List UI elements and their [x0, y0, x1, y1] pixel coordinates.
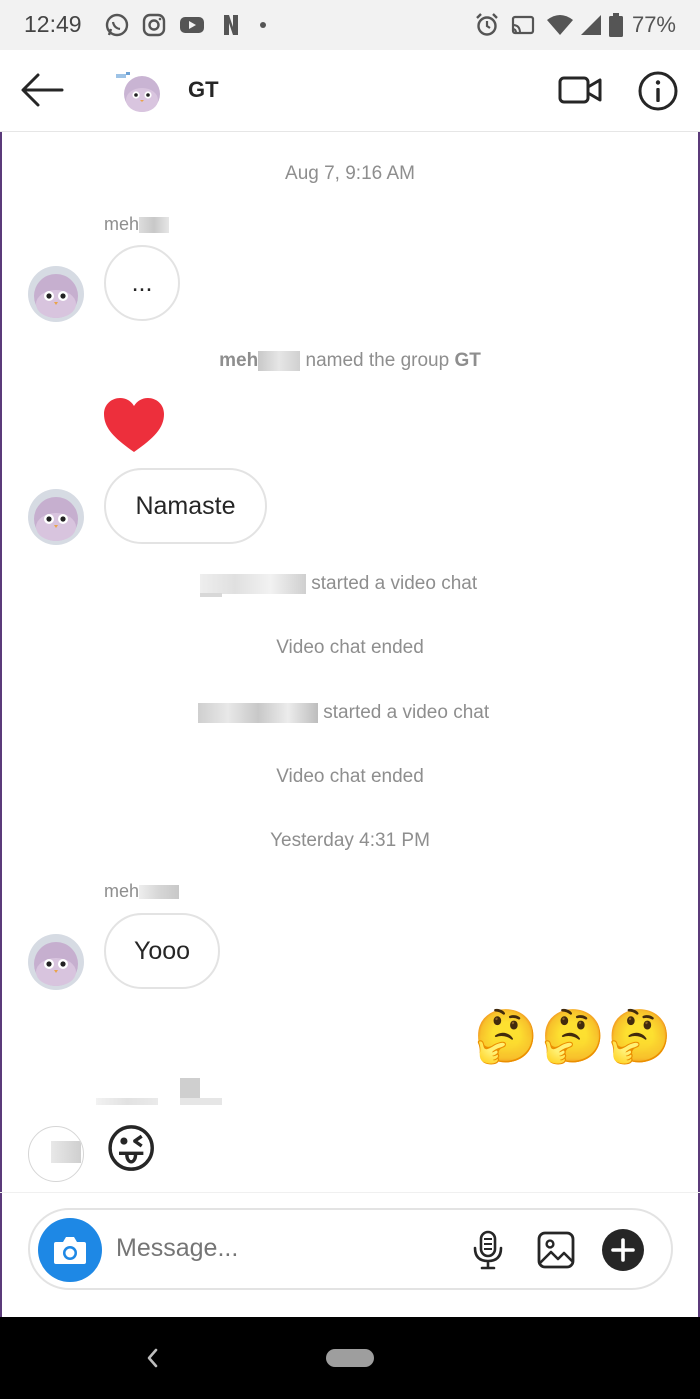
- battery-icon: [609, 13, 623, 37]
- signal-icon: [581, 15, 601, 35]
- netflix-icon: [224, 15, 238, 35]
- system-text: started a video chat: [311, 573, 478, 594]
- mic-button[interactable]: [470, 1230, 506, 1270]
- add-button[interactable]: [602, 1229, 644, 1271]
- avatar[interactable]: [28, 266, 84, 322]
- message-bubble[interactable]: Namaste: [104, 468, 267, 544]
- redaction: [180, 1078, 200, 1098]
- system-message: Video chat ended: [276, 637, 424, 658]
- system-text: started a video chat: [323, 702, 490, 723]
- system-text: named the group: [305, 350, 450, 371]
- group-avatar[interactable]: [108, 60, 170, 122]
- video-call-button[interactable]: [556, 70, 604, 110]
- redaction: [51, 1141, 81, 1163]
- youtube-icon: [180, 17, 204, 33]
- gallery-button[interactable]: [536, 1230, 576, 1270]
- timestamp: Aug 7, 9:16 AM: [285, 163, 415, 184]
- system-group: GT: [454, 350, 481, 371]
- status-bar: 12:49 77%: [0, 0, 700, 50]
- phone-frame: [0, 0, 700, 1399]
- whatsapp-icon: [105, 13, 129, 37]
- camera-button[interactable]: [38, 1218, 102, 1282]
- nav-home-button[interactable]: [326, 1349, 374, 1367]
- arrow-left-icon: [21, 73, 64, 107]
- chevron-left-icon: [147, 1348, 158, 1368]
- chat-title[interactable]: GT: [188, 77, 219, 103]
- sender-name: meh: [104, 881, 180, 902]
- message-input[interactable]: [116, 1234, 396, 1263]
- camera-icon: [54, 1237, 86, 1264]
- info-button[interactable]: [636, 69, 680, 113]
- avatar[interactable]: [28, 934, 84, 990]
- instagram-icon: [142, 13, 166, 37]
- system-message: Video chat ended: [276, 766, 424, 787]
- avatar[interactable]: [28, 1126, 84, 1182]
- message-bubble[interactable]: ...: [104, 245, 180, 321]
- timestamp: Yesterday 4:31 PM: [270, 830, 430, 851]
- redaction: [258, 350, 301, 371]
- battery-percent: 77%: [631, 12, 676, 37]
- emoji-message[interactable]: 😜: [104, 1118, 158, 1182]
- microphone-icon: [473, 1230, 503, 1270]
- message-bubble[interactable]: Yooo: [104, 913, 220, 989]
- system-actor: meh: [219, 350, 259, 371]
- redaction: [180, 1098, 222, 1105]
- redaction: [139, 217, 170, 234]
- dot-icon: [260, 22, 266, 28]
- back-button[interactable]: [18, 70, 66, 110]
- sender-name-text: meh: [104, 881, 140, 901]
- plus-icon: [611, 1238, 635, 1262]
- nav-back-button[interactable]: [140, 1343, 164, 1373]
- status-time: 12:49: [24, 11, 82, 37]
- heart-icon: [104, 398, 164, 452]
- image-icon: [537, 1231, 575, 1269]
- divider: [0, 1192, 700, 1193]
- sender-name-text: meh: [104, 214, 140, 234]
- cast-icon: [511, 15, 535, 35]
- alarm-icon: [476, 13, 498, 36]
- system-nav-bar: [0, 1317, 700, 1399]
- chat-header: GT: [0, 50, 700, 132]
- wifi-icon: [547, 15, 573, 35]
- heart-reaction[interactable]: [104, 398, 164, 454]
- redaction: [200, 593, 222, 597]
- redaction: [139, 885, 180, 900]
- own-emoji-message[interactable]: 🤔🤔🤔: [474, 1006, 674, 1068]
- message-composer: [28, 1208, 673, 1290]
- redaction: [96, 1098, 158, 1105]
- redaction: [200, 573, 306, 594]
- system-message: started a video chat: [0, 573, 700, 595]
- redaction: [198, 702, 318, 723]
- info-icon: [638, 71, 678, 111]
- system-message: started a video chat: [0, 702, 700, 724]
- video-camera-icon: [558, 76, 602, 104]
- system-message: meh named the group GT: [0, 350, 700, 372]
- sender-name: meh: [104, 214, 170, 235]
- avatar[interactable]: [28, 489, 84, 545]
